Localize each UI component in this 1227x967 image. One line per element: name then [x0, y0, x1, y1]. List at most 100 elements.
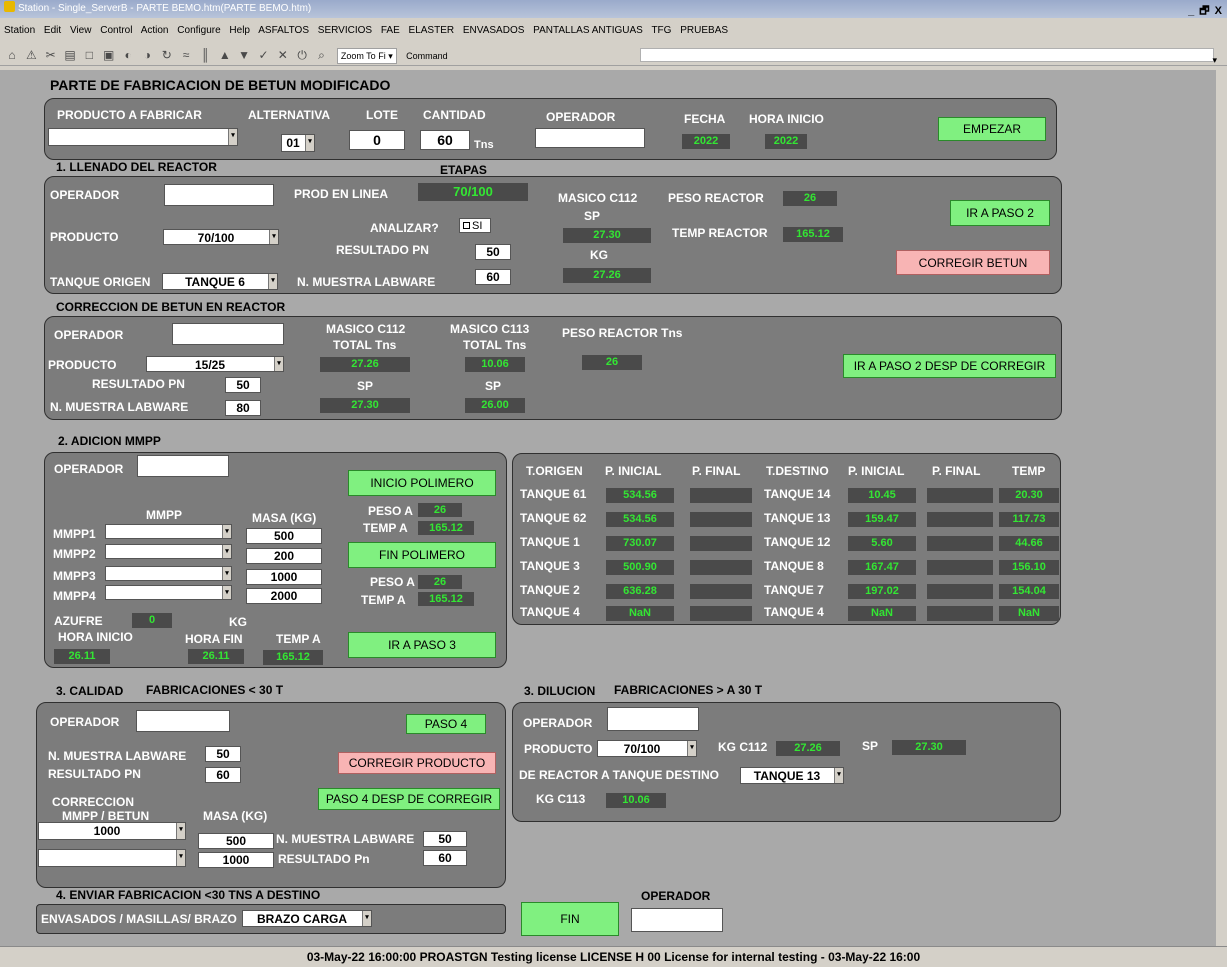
menu-configure[interactable]: Configure	[177, 25, 220, 36]
calidad-resultado2-input[interactable]: 60	[423, 850, 467, 866]
alternativa-label: ALTERNATIVA	[248, 108, 330, 122]
forward-icon[interactable]: ◑	[139, 44, 155, 66]
etapas-label: ETAPAS	[440, 163, 487, 177]
paso4-button[interactable]: PASO 4	[406, 714, 486, 734]
correccion-muestra-input[interactable]: 80	[225, 400, 261, 416]
calidad-muestra-input[interactable]: 50	[205, 746, 241, 762]
paso2-operador-input[interactable]	[137, 455, 229, 477]
calidad-muestra2-label: N. MUESTRA LABWARE	[276, 832, 415, 846]
menu-pantallas-antiguas[interactable]: PANTALLAS ANTIGUAS	[533, 25, 643, 36]
calidad-operador-input[interactable]	[136, 710, 230, 732]
paso1-muestra-input[interactable]: 60	[475, 269, 511, 285]
mmpp1-select[interactable]: ▾	[105, 524, 232, 539]
mmpp4-masa-input[interactable]: 2000	[246, 588, 322, 604]
correccion1-masa-input[interactable]: 500	[198, 833, 274, 849]
tank-origen: TANQUE 1	[520, 535, 580, 549]
tanque-destino-select[interactable]: TANQUE 13 ▾	[740, 767, 844, 784]
menu-help[interactable]: Help	[229, 25, 250, 36]
dilucion-producto-select[interactable]: 70/100 ▾	[597, 740, 697, 757]
window-icon[interactable]: □	[81, 44, 97, 66]
mmpp1-masa-input[interactable]: 500	[246, 528, 322, 544]
paso4-desp-corregir-button[interactable]: PASO 4 DESP DE CORREGIR	[318, 788, 500, 810]
menu-edit[interactable]: Edit	[44, 25, 61, 36]
power-icon[interactable]: ⏻	[294, 44, 310, 66]
paso2-temp-value: 165.12	[263, 650, 323, 665]
empezar-button[interactable]: EMPEZAR	[938, 117, 1046, 141]
calidad-resultado-input[interactable]: 60	[205, 767, 241, 783]
menu-fae[interactable]: FAE	[381, 25, 400, 36]
correccion2-select[interactable]: ▾	[38, 849, 186, 867]
command-input[interactable]	[640, 48, 1214, 62]
operador-header-input[interactable]	[535, 128, 645, 148]
mmpp2-select[interactable]: ▾	[105, 544, 232, 559]
calidad-muestra2-input[interactable]: 50	[423, 831, 467, 847]
home-icon[interactable]: ⌂	[4, 44, 20, 66]
paso4-operador-input[interactable]	[631, 908, 723, 932]
hora-inicio-mmpp-label: HORA INICIO	[58, 630, 133, 644]
tanque-origen-select[interactable]: TANQUE 6 ▾	[162, 273, 278, 290]
search-icon[interactable]: ⌕	[314, 44, 330, 66]
fin-button[interactable]: FIN	[521, 902, 619, 936]
tanque-origen-label: TANQUE ORIGEN	[50, 275, 151, 289]
tools-icon[interactable]: ✂	[43, 44, 59, 66]
back-icon[interactable]: ◐	[120, 44, 136, 66]
menu-view[interactable]: View	[70, 25, 92, 36]
analizar-checkbox[interactable]: SI	[459, 218, 491, 233]
up-icon[interactable]: ▲	[217, 44, 233, 66]
display-icon[interactable]: ▣	[101, 44, 117, 66]
cancel-icon[interactable]: ✕	[275, 44, 291, 66]
menu-action[interactable]: Action	[141, 25, 169, 36]
corregir-producto-button[interactable]: CORREGIR PRODUCTO	[338, 752, 496, 774]
ir-a-paso3-button[interactable]: IR A PASO 3	[348, 632, 496, 658]
window-controls[interactable]: _ 🗗 X	[1188, 2, 1223, 20]
menu-servicios[interactable]: SERVICIOS	[318, 25, 372, 36]
correccion-resultado-label: RESULTADO PN	[92, 377, 185, 391]
correccion-operador-input[interactable]	[172, 323, 284, 345]
correccion-resultado-input[interactable]: 50	[225, 377, 261, 393]
correccion2-masa-input[interactable]: 1000	[198, 852, 274, 868]
paso1-producto-select[interactable]: 70/100 ▾	[163, 229, 279, 245]
zoom-select[interactable]: Zoom To Fi ▾	[336, 48, 397, 64]
menu-control[interactable]: Control	[100, 25, 132, 36]
corregir-betun-button[interactable]: CORREGIR BETUN	[896, 250, 1050, 275]
mmpp3-select[interactable]: ▾	[105, 566, 232, 581]
menu-tfg[interactable]: TFG	[651, 25, 671, 36]
print-icon[interactable]: ▤	[62, 44, 78, 66]
producto-fabricar-select[interactable]: ▾	[48, 128, 238, 146]
menu-pruebas[interactable]: PRUEBAS	[680, 25, 728, 36]
bars-icon[interactable]: ║	[197, 44, 213, 66]
correccion-c113-sp-value: 26.00	[465, 398, 525, 413]
dilucion-operador-input[interactable]	[607, 707, 699, 731]
correccion-producto-select[interactable]: 15/25 ▾	[146, 356, 284, 372]
correccion1-select[interactable]: 1000 ▾	[38, 822, 186, 840]
checkbox-icon	[463, 222, 470, 229]
ir-a-paso2-desp-corregir-button[interactable]: IR A PASO 2 DESP DE CORREGIR	[843, 354, 1056, 378]
cantidad-input[interactable]: 60	[420, 130, 470, 150]
menu-envasados[interactable]: ENVASADOS	[463, 25, 525, 36]
down-icon[interactable]: ▼	[236, 44, 252, 66]
trend-icon[interactable]: ≈	[178, 44, 194, 66]
fin-polimero-button[interactable]: FIN POLIMERO	[348, 542, 496, 568]
menu-elaster[interactable]: ELASTER	[409, 25, 455, 36]
tank-destino: TANQUE 12	[764, 535, 831, 549]
menu-station[interactable]: Station	[4, 25, 35, 36]
scrollbar[interactable]	[1216, 66, 1227, 946]
alternativa-select[interactable]: 01 ▾	[281, 134, 315, 152]
ir-a-paso2-button[interactable]: IR A PASO 2	[950, 200, 1050, 226]
producto-fabricar-label: PRODUCTO A FABRICAR	[57, 108, 202, 122]
calidad-operador-label: OPERADOR	[50, 715, 120, 729]
mmpp2-masa-input[interactable]: 200	[246, 548, 322, 564]
mmpp3-masa-input[interactable]: 1000	[246, 569, 322, 585]
mmpp4-select[interactable]: ▾	[105, 585, 232, 600]
paso1-operador-input[interactable]	[164, 184, 274, 206]
refresh-icon[interactable]: ↻	[159, 44, 175, 66]
inicio-polimero-button[interactable]: INICIO POLIMERO	[348, 470, 496, 496]
envasados-select[interactable]: BRAZO CARGA ▾	[242, 910, 372, 927]
alarm-icon[interactable]: ⚠	[23, 44, 39, 66]
paso1-resultado-input[interactable]: 50	[475, 244, 511, 260]
correccion-muestra-label: N. MUESTRA LABWARE	[50, 400, 189, 414]
check-icon[interactable]: ✓	[255, 44, 271, 66]
menu-asfaltos[interactable]: ASFALTOS	[258, 25, 309, 36]
lote-input[interactable]: 0	[349, 130, 405, 150]
tanks-header-origen: T.ORIGEN	[526, 464, 583, 478]
